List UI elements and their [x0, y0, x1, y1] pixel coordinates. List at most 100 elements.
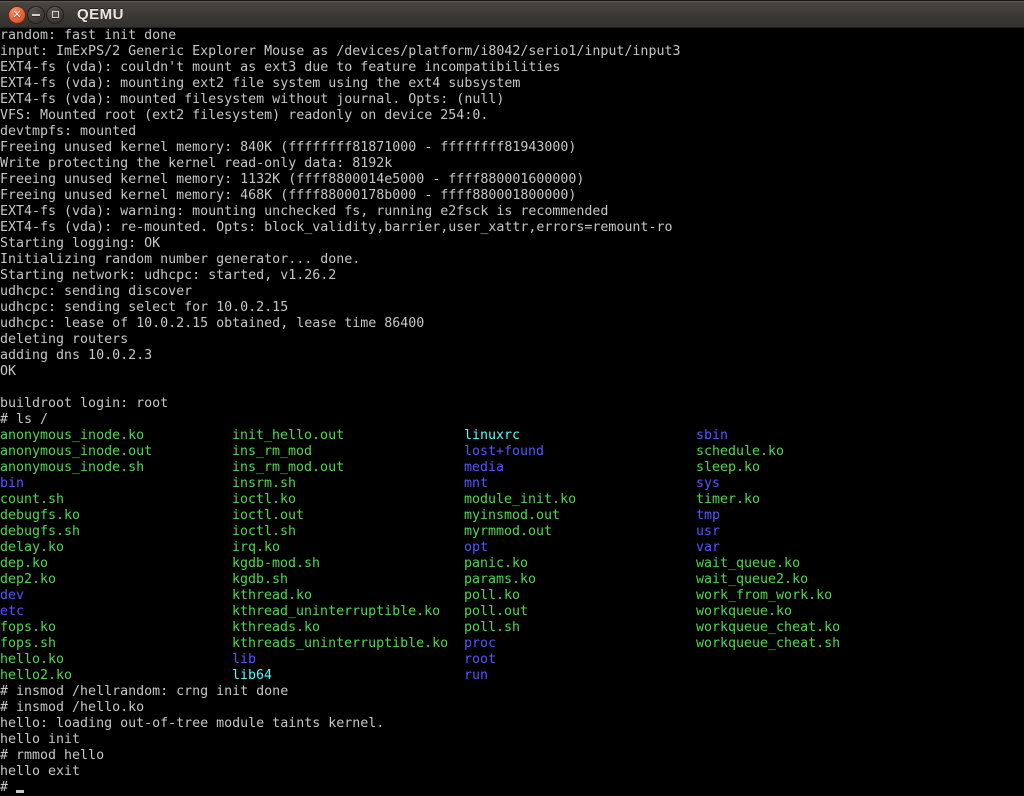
ls-entry: myinsmod.out — [464, 508, 696, 524]
ls-entry: usr — [696, 524, 720, 540]
terminal-line: # rmmod hello — [0, 748, 1024, 764]
ls-entry: insrm.sh — [232, 476, 464, 492]
ls-entry: tmp — [696, 508, 720, 524]
ls-entry: count.sh — [0, 492, 232, 508]
terminal-line: udhcpc: sending discover — [0, 284, 1024, 300]
ls-entry: lost+found — [464, 444, 696, 460]
ls-entry: workqueue.ko — [696, 604, 792, 620]
ls-entry: proc — [464, 636, 696, 652]
terminal-line: Freeing unused kernel memory: 468K (ffff… — [0, 188, 1024, 204]
ls-entry: schedule.ko — [696, 444, 784, 460]
titlebar[interactable]: ✕ QEMU — [0, 0, 1024, 28]
ls-row: hello.kolibroot — [0, 652, 1024, 668]
terminal-line: Initializing random number generator... … — [0, 252, 1024, 268]
ls-entry: run — [464, 668, 488, 684]
ls-entry: delay.ko — [0, 540, 232, 556]
ls-entry: poll.ko — [464, 588, 696, 604]
ls-entry: ins_rm_mod.out — [232, 460, 464, 476]
ls-entry: myrmmod.out — [464, 524, 696, 540]
ls-entry: work_from_work.ko — [696, 588, 832, 604]
ls-entry: dep2.ko — [0, 572, 232, 588]
ls-entry: ins_rm_mod — [232, 444, 464, 460]
terminal-line: hello init — [0, 732, 1024, 748]
ls-row: devkthread.kopoll.kowork_from_work.ko — [0, 588, 1024, 604]
ls-entry: dep.ko — [0, 556, 232, 572]
terminal-line: EXT4-fs (vda): mounted filesystem withou… — [0, 92, 1024, 108]
ls-entry: ioctl.ko — [232, 492, 464, 508]
terminal-line: # ls / — [0, 412, 1024, 428]
ls-entry: hello2.ko — [0, 668, 232, 684]
ls-entry: var — [696, 540, 720, 556]
ls-row: anonymous_inode.shins_rm_mod.outmediasle… — [0, 460, 1024, 476]
terminal-line: udhcpc: lease of 10.0.2.15 obtained, lea… — [0, 316, 1024, 332]
terminal-line: input: ImExPS/2 Generic Explorer Mouse a… — [0, 44, 1024, 60]
ls-entry: panic.ko — [464, 556, 696, 572]
ls-row: anonymous_inode.outins_rm_modlost+founds… — [0, 444, 1024, 460]
terminal-line: Write protecting the kernel read-only da… — [0, 156, 1024, 172]
terminal-line: buildroot login: root — [0, 396, 1024, 412]
ls-entry: kthread.ko — [232, 588, 464, 604]
terminal-line: OK — [0, 364, 1024, 380]
ls-entry: lib64 — [232, 668, 464, 684]
terminal-line: Freeing unused kernel memory: 1132K (fff… — [0, 172, 1024, 188]
ls-entry: mnt — [464, 476, 696, 492]
minimize-button[interactable] — [27, 6, 45, 24]
terminal-line: EXT4-fs (vda): mounting ext2 file system… — [0, 76, 1024, 92]
terminal-line: hello: loading out-of-tree module taints… — [0, 716, 1024, 732]
ls-entry: kthreads_uninterruptible.ko — [232, 636, 464, 652]
terminal-line: VFS: Mounted root (ext2 filesystem) read… — [0, 108, 1024, 124]
ls-row: dep2.kokgdb.shparams.kowait_queue2.ko — [0, 572, 1024, 588]
ls-entry: workqueue_cheat.sh — [696, 636, 840, 652]
maximize-icon — [52, 11, 59, 18]
ls-row: delay.koirq.kooptvar — [0, 540, 1024, 556]
terminal-line: # insmod /hello.ko — [0, 700, 1024, 716]
terminal-line: adding dns 10.0.2.3 — [0, 348, 1024, 364]
ls-entry: kgdb.sh — [232, 572, 464, 588]
ls-row: fops.shkthreads_uninterruptible.koprocwo… — [0, 636, 1024, 652]
ls-row: etckthread_uninterruptible.kopoll.outwor… — [0, 604, 1024, 620]
ls-entry: kthread_uninterruptible.ko — [232, 604, 464, 620]
ls-row: debugfs.shioctl.shmyrmmod.outusr — [0, 524, 1024, 540]
ls-entry: root — [464, 652, 496, 668]
close-icon: ✕ — [12, 9, 21, 20]
ls-entry: params.ko — [464, 572, 696, 588]
terminal-line: udhcpc: sending select for 10.0.2.15 — [0, 300, 1024, 316]
ls-entry: sbin — [696, 428, 728, 444]
terminal-screen[interactable]: random: fast init doneinput: ImExPS/2 Ge… — [0, 28, 1024, 796]
ls-entry: fops.ko — [0, 620, 232, 636]
ls-entry: kthreads.ko — [232, 620, 464, 636]
window-title: QEMU — [77, 6, 124, 23]
ls-entry: timer.ko — [696, 492, 760, 508]
terminal-line: EXT4-fs (vda): re-mounted. Opts: block_v… — [0, 220, 1024, 236]
ls-entry: poll.out — [464, 604, 696, 620]
ls-entry: etc — [0, 604, 232, 620]
ls-entry: debugfs.ko — [0, 508, 232, 524]
ls-entry: ioctl.out — [232, 508, 464, 524]
ls-entry: ioctl.sh — [232, 524, 464, 540]
close-button[interactable]: ✕ — [8, 6, 26, 24]
ls-entry: wait_queue.ko — [696, 556, 800, 572]
terminal-line: random: fast init done — [0, 28, 1024, 44]
minimize-icon — [32, 14, 40, 16]
ls-entry: sleep.ko — [696, 460, 760, 476]
ls-entry: anonymous_inode.sh — [0, 460, 232, 476]
ls-entry: module_init.ko — [464, 492, 696, 508]
terminal-line: # insmod /hellrandom: crng init done — [0, 684, 1024, 700]
ls-entry: bin — [0, 476, 232, 492]
ls-entry: irq.ko — [232, 540, 464, 556]
ls-entry: linuxrc — [464, 428, 696, 444]
terminal-line: devtmpfs: mounted — [0, 124, 1024, 140]
ls-entry: workqueue_cheat.ko — [696, 620, 840, 636]
ls-row: anonymous_inode.koinit_hello.outlinuxrcs… — [0, 428, 1024, 444]
terminal-line — [0, 380, 1024, 396]
terminal-line: hello exit — [0, 764, 1024, 780]
maximize-button[interactable] — [46, 6, 64, 24]
ls-entry: anonymous_inode.out — [0, 444, 232, 460]
terminal-line: deleting routers — [0, 332, 1024, 348]
qemu-window: ✕ QEMU random: fast init doneinput: ImEx… — [0, 0, 1024, 796]
ls-entry: dev — [0, 588, 232, 604]
ls-entry: poll.sh — [464, 620, 696, 636]
ls-entry: wait_queue2.ko — [696, 572, 808, 588]
ls-entry: opt — [464, 540, 696, 556]
ls-entry: fops.sh — [0, 636, 232, 652]
